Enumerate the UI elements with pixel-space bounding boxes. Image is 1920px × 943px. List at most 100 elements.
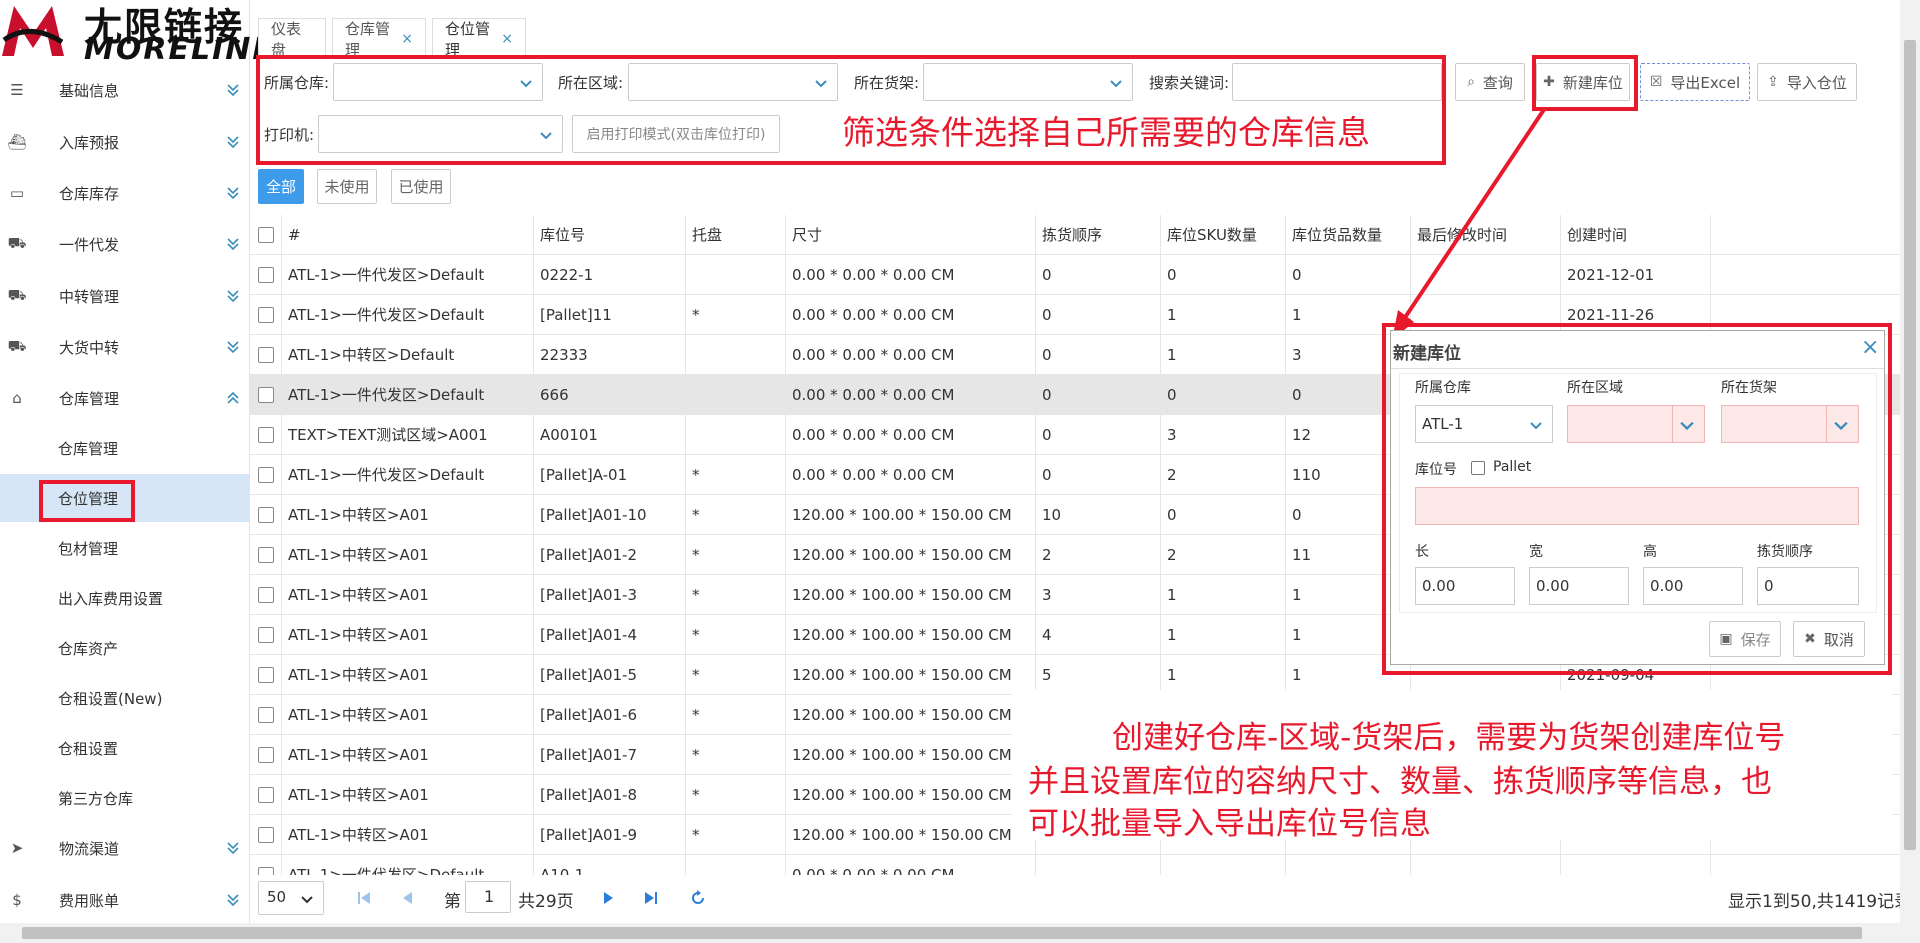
- tab-label: 仓库管理: [345, 19, 391, 59]
- table-cell: 2: [1036, 535, 1161, 575]
- sidebar-submenu-item[interactable]: 包材管理: [0, 524, 250, 572]
- sidebar-active-annotation-box: [39, 480, 135, 522]
- query-button[interactable]: ⌕ 查询: [1455, 63, 1525, 101]
- sidebar-submenu-item[interactable]: 仓库资产: [0, 624, 250, 672]
- table-cell: [1036, 855, 1161, 875]
- table-cell: 1: [1161, 335, 1286, 375]
- tab[interactable]: 仪表盘: [258, 18, 326, 59]
- table-cell: 0: [1036, 455, 1161, 495]
- vertical-scroll-thumb[interactable]: [1904, 40, 1916, 850]
- table-cell: 22333: [534, 335, 686, 375]
- tab-label: 仓位管理: [445, 19, 491, 59]
- sidebar-menu-item[interactable]: ➤ 物流渠道: [0, 828, 250, 868]
- table-cell: ATL-1>中转区>A01: [282, 615, 534, 655]
- column-header: 托盘: [686, 215, 786, 255]
- table-cell: ATL-1>一件代发区>Default: [282, 455, 534, 495]
- next-page-icon[interactable]: [600, 890, 616, 906]
- excel-file-icon: ☒: [1649, 74, 1663, 90]
- table-cell: 0.00 * 0.00 * 0.00 CM: [786, 255, 1036, 295]
- sidebar-menu-item[interactable]: ▭ 仓库库存: [0, 173, 250, 213]
- table-cell: *: [686, 615, 786, 655]
- last-page-icon[interactable]: [643, 890, 659, 906]
- brand-name-en: MORELINK: [84, 32, 278, 67]
- table-cell: 0.00 * 0.00 * 0.00 CM: [786, 295, 1036, 335]
- checkbox-cell: [250, 415, 282, 455]
- tab[interactable]: 仓位管理 ×: [432, 18, 526, 59]
- sidebar-menu-item[interactable]: ⌂ 仓库管理: [0, 378, 250, 418]
- sidebar-submenu-item[interactable]: 出入库费用设置: [0, 574, 250, 622]
- bottom-annotation-line-1: 创建好仓库-区域-货架后，需要为货架创建库位号: [1112, 720, 1786, 756]
- tab-close-icon[interactable]: ×: [501, 31, 513, 47]
- table-row[interactable]: ATL-1>一件代发区>Default A10-1 0.00 * 0.00 * 0.…: [250, 855, 1900, 875]
- page-size-value: 50: [267, 888, 287, 906]
- table-cell: [Pallet]A01-4: [534, 615, 686, 655]
- table-cell: *: [686, 775, 786, 815]
- column-header: 库位SKU数量: [1161, 215, 1286, 255]
- table-cell: 120.00 * 100.00 * 150.00 CM: [786, 655, 1036, 695]
- table-cell: 4: [1036, 615, 1161, 655]
- sidebar-submenu-item[interactable]: 仓租设置(New): [0, 674, 250, 722]
- sidebar-submenu-item[interactable]: 仓租设置: [0, 724, 250, 772]
- table-cell: *: [686, 535, 786, 575]
- sidebar-submenu-item[interactable]: 仓库管理: [0, 424, 250, 472]
- refresh-icon[interactable]: [690, 890, 706, 906]
- bottom-annotation: 创建好仓库-区域-货架后，需要为货架创建库位号 并且设置库位的容纳尺寸、数量、拣…: [1012, 690, 1892, 842]
- chevron-down-icon: [227, 290, 239, 303]
- table-row[interactable]: ATL-1>一件代发区>Default 0222-1 0.00 * 0.00 * 0…: [250, 255, 1900, 295]
- tab-close-icon[interactable]: ×: [401, 31, 413, 47]
- chevron-down-icon: [227, 187, 239, 200]
- checkbox-cell: [250, 815, 282, 855]
- home-icon: ⌂: [12, 389, 22, 407]
- horizontal-scroll-thumb[interactable]: [22, 927, 1862, 939]
- table-cell: 5: [1036, 655, 1161, 695]
- table-cell: [Pallet]A01-6: [534, 695, 686, 735]
- query-button-label: 查询: [1482, 73, 1513, 92]
- chevron-down-icon: [227, 136, 239, 149]
- bottom-annotation-line-3: 可以批量导入导出库位号信息: [1028, 806, 1431, 842]
- table-cell: [Pallet]A01-7: [534, 735, 686, 775]
- horizontal-scrollbar[interactable]: [0, 923, 1900, 943]
- sidebar-submenu-item[interactable]: 第三方仓库: [0, 774, 250, 822]
- checkbox-cell: [250, 775, 282, 815]
- checkbox-cell: [250, 575, 282, 615]
- sidebar-menu-item[interactable]: ⛟ 一件代发: [0, 224, 250, 264]
- table-cell: [Pallet]A01-2: [534, 535, 686, 575]
- logo: 尢限链接 MORELINK: [0, 0, 276, 67]
- table-cell: ATL-1>中转区>A01: [282, 655, 534, 695]
- table-cell: 0: [1036, 255, 1161, 295]
- sidebar-menu-item[interactable]: ⛟ 大货中转: [0, 327, 250, 367]
- chevron-down-icon: [227, 238, 239, 251]
- page-size-select[interactable]: 50: [258, 881, 324, 915]
- status-tab-all[interactable]: 全部: [258, 169, 304, 204]
- status-tab-unused[interactable]: 未使用: [317, 169, 377, 204]
- first-page-icon[interactable]: [356, 890, 372, 906]
- table-cell: 3: [1161, 415, 1286, 455]
- table-cell: 2021-12-01: [1561, 255, 1711, 295]
- tab[interactable]: 仓库管理 ×: [332, 18, 426, 59]
- filter-annotation-text: 筛选条件选择自己所需要的仓库信息: [842, 113, 1370, 152]
- table-cell: 0: [1036, 375, 1161, 415]
- checkbox-cell: [250, 295, 282, 335]
- sidebar-menu-item[interactable]: ⛴ 入库预报: [0, 122, 250, 162]
- upload-icon: ⇪: [1767, 74, 1779, 90]
- column-header: 创建时间: [1561, 215, 1711, 255]
- export-excel-button[interactable]: ☒ 导出Excel: [1640, 63, 1750, 101]
- table-cell: ATL-1>一件代发区>Default: [282, 375, 534, 415]
- status-tab-used[interactable]: 已使用: [391, 169, 451, 204]
- vertical-scrollbar[interactable]: [1900, 0, 1920, 943]
- sidebar-menu-item[interactable]: ☰ 基础信息: [0, 70, 250, 110]
- import-location-button[interactable]: ⇪ 导入仓位: [1757, 63, 1857, 101]
- sidebar-menu-label: 中转管理: [59, 287, 120, 306]
- checkbox-cell: [250, 695, 282, 735]
- table-cell: 3: [1036, 575, 1161, 615]
- sidebar-submenu-label: 仓库资产: [58, 639, 119, 658]
- sidebar-menu-label: 基础信息: [59, 81, 120, 100]
- table-cell: [Pallet]A01-5: [534, 655, 686, 695]
- prev-page-icon[interactable]: [400, 890, 416, 906]
- sidebar-menu-item[interactable]: ⛟ 中转管理: [0, 276, 250, 316]
- page-number-input[interactable]: 1: [465, 881, 511, 913]
- table-cell: 666: [534, 375, 686, 415]
- import-location-button-label: 导入仓位: [1786, 73, 1847, 92]
- checkbox-cell: [250, 375, 282, 415]
- sidebar-menu-item[interactable]: $ 费用账单: [0, 880, 250, 920]
